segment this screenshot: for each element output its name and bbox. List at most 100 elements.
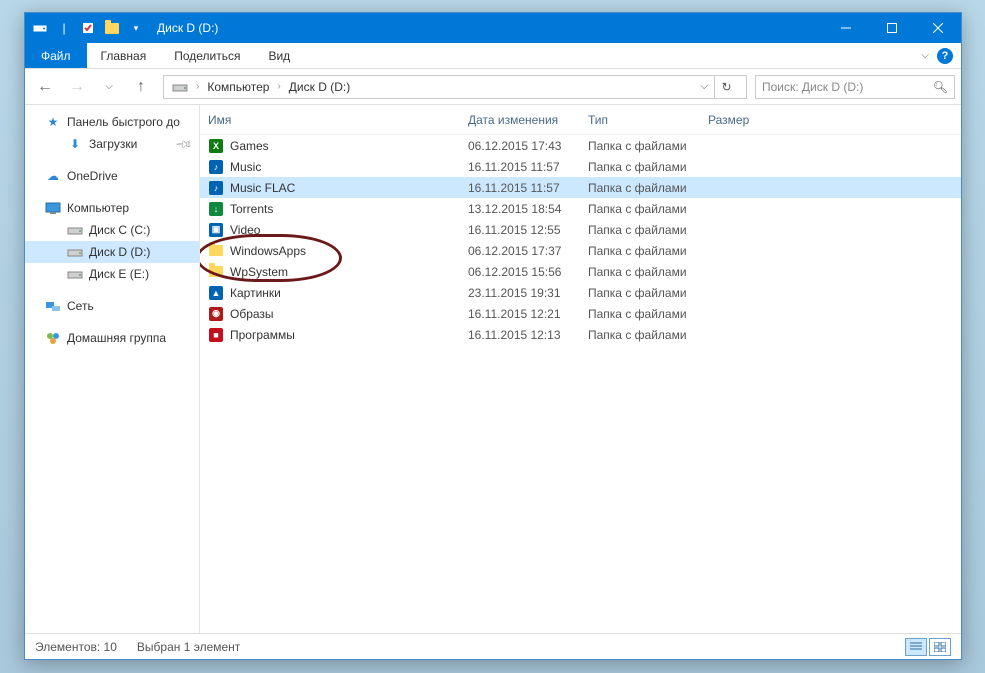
nav-back-button[interactable]: ←: [31, 73, 59, 101]
sidebar-item-label: Диск E (E:): [89, 267, 149, 281]
breadcrumb-computer[interactable]: Компьютер: [201, 80, 275, 94]
close-button[interactable]: [915, 13, 961, 43]
qat: | ▾: [25, 17, 151, 39]
view-switcher: [905, 638, 951, 656]
sidebar-network[interactable]: Сеть: [25, 295, 199, 317]
navigation-pane[interactable]: ★ Панель быстрого до ⬇ Загрузки 📌︎ ☁ One…: [25, 105, 200, 633]
ribbon-expand-icon[interactable]: ⌵: [921, 50, 929, 61]
file-row[interactable]: ▣Video16.11.2015 12:55Папка с файлами: [200, 219, 961, 240]
file-row[interactable]: WindowsApps 06.12.2015 17:37Папка с файла…: [200, 240, 961, 261]
file-type: Папка с файлами: [580, 265, 700, 279]
file-name: Картинки: [230, 286, 281, 300]
address-bar[interactable]: › Компьютер › Диск D (D:) ⌵ ↻: [163, 75, 747, 99]
nav-forward-button[interactable]: →: [63, 73, 91, 101]
sidebar-drive[interactable]: Диск C (C:): [25, 219, 199, 241]
column-type[interactable]: Тип: [580, 113, 700, 127]
file-type-icon: ↓: [208, 201, 224, 217]
nav-recent-dropdown[interactable]: ⌵: [95, 73, 123, 101]
sidebar-item-label: Панель быстрого до: [67, 115, 180, 129]
refresh-button[interactable]: ↻: [714, 76, 738, 98]
sidebar-homegroup[interactable]: Домашняя группа: [25, 327, 199, 349]
sidebar-quick-access[interactable]: ★ Панель быстрого до: [25, 111, 199, 133]
file-row[interactable]: ◉Образы16.11.2015 12:21Папка с файлами: [200, 303, 961, 324]
maximize-button[interactable]: [869, 13, 915, 43]
file-type: Папка с файлами: [580, 223, 700, 237]
drive-icon: [67, 266, 83, 282]
folder-icon[interactable]: [101, 17, 123, 39]
search-icon[interactable]: 🔍︎: [933, 80, 948, 94]
search-placeholder: Поиск: Диск D (D:): [762, 80, 863, 94]
status-item-count: Элементов: 10: [35, 640, 117, 654]
column-size[interactable]: Размер: [700, 113, 780, 127]
column-date[interactable]: Дата изменения: [460, 113, 580, 127]
ribbon-tab-view[interactable]: Вид: [254, 43, 304, 68]
ribbon-tab-share[interactable]: Поделиться: [160, 43, 254, 68]
file-name: Программы: [230, 328, 295, 342]
column-name[interactable]: Имя: [200, 113, 460, 127]
view-details-button[interactable]: [905, 638, 927, 656]
help-icon[interactable]: ?: [937, 48, 953, 64]
file-row[interactable]: ♪Music16.11.2015 11:57Папка с файлами: [200, 156, 961, 177]
sidebar-drive[interactable]: Диск D (D:): [25, 241, 199, 263]
address-dropdown-icon[interactable]: ⌵: [700, 81, 708, 92]
nav-up-button[interactable]: ↑: [127, 73, 155, 101]
download-icon: ⬇: [67, 136, 83, 152]
chevron-right-icon[interactable]: ›: [194, 81, 201, 92]
breadcrumb-root-icon[interactable]: [166, 81, 194, 93]
file-row[interactable]: WpSystem06.12.2015 15:56Папка с файлами: [200, 261, 961, 282]
file-date: 06.12.2015 17:37: [460, 244, 580, 258]
column-headers: Имя Дата изменения Тип Размер: [200, 105, 961, 135]
sidebar-drive[interactable]: Диск E (E:): [25, 263, 199, 285]
content-area: ★ Панель быстрого до ⬇ Загрузки 📌︎ ☁ One…: [25, 105, 961, 633]
file-name: Games: [230, 139, 269, 153]
file-row[interactable]: ▲Картинки23.11.2015 19:31Папка с файлами: [200, 282, 961, 303]
sidebar-onedrive[interactable]: ☁ OneDrive: [25, 165, 199, 187]
search-input[interactable]: Поиск: Диск D (D:) 🔍︎: [755, 75, 955, 99]
file-date: 06.12.2015 15:56: [460, 265, 580, 279]
file-type: Папка с файлами: [580, 286, 700, 300]
sidebar-item-label: Диск C (C:): [89, 223, 150, 237]
file-row[interactable]: ■Программы16.11.2015 12:13Папка с файлам…: [200, 324, 961, 345]
homegroup-icon: [45, 330, 61, 346]
file-type-icon: [208, 264, 224, 280]
minimize-button[interactable]: [823, 13, 869, 43]
file-date: 23.11.2015 19:31: [460, 286, 580, 300]
sidebar-item-label: Сеть: [67, 299, 94, 313]
file-type: Папка с файлами: [580, 202, 700, 216]
file-date: 13.12.2015 18:54: [460, 202, 580, 216]
file-row[interactable]: XGames06.12.2015 17:43Папка с файлами: [200, 135, 961, 156]
drive-icon: [29, 17, 51, 39]
file-list-pane: Имя Дата изменения Тип Размер XGames06.1…: [200, 105, 961, 633]
file-name: Music FLAC: [230, 181, 295, 195]
properties-icon[interactable]: [77, 17, 99, 39]
ribbon-tab-home[interactable]: Главная: [87, 43, 161, 68]
sidebar-item-label: Диск D (D:): [89, 245, 150, 259]
qat-dropdown-icon[interactable]: ▾: [125, 17, 147, 39]
file-date: 06.12.2015 17:43: [460, 139, 580, 153]
file-list[interactable]: XGames06.12.2015 17:43Папка с файлами♪Mu…: [200, 135, 961, 633]
file-row[interactable]: ↓ Torrents 13.12.2015 18:54Папка с файлами: [200, 198, 961, 219]
file-type: Папка с файлами: [580, 139, 700, 153]
file-type: Папка с файлами: [580, 328, 700, 342]
pin-icon: 📌︎: [174, 134, 193, 153]
file-type-icon: ♪: [208, 180, 224, 196]
file-name: WindowsApps: [230, 244, 306, 258]
window-title: Диск D (D:): [151, 21, 218, 35]
chevron-right-icon[interactable]: ›: [275, 81, 282, 92]
breadcrumb-drive-d[interactable]: Диск D (D:): [283, 80, 356, 94]
file-type-icon: ■: [208, 327, 224, 343]
network-icon: [45, 298, 61, 314]
sidebar-computer[interactable]: Компьютер: [25, 197, 199, 219]
file-type-icon: ♪: [208, 159, 224, 175]
file-row[interactable]: ♪Music FLAC16.11.2015 11:57Папка с файла…: [200, 177, 961, 198]
sidebar-item-label: Компьютер: [67, 201, 129, 215]
file-type: Папка с файлами: [580, 244, 700, 258]
file-type: Папка с файлами: [580, 160, 700, 174]
file-name: Torrents: [230, 202, 273, 216]
drive-icon: [67, 222, 83, 238]
view-icons-button[interactable]: [929, 638, 951, 656]
file-type: Папка с файлами: [580, 307, 700, 321]
ribbon-file-tab[interactable]: Файл: [25, 43, 87, 68]
sidebar-downloads[interactable]: ⬇ Загрузки 📌︎: [25, 133, 199, 155]
drive-icon: [67, 244, 83, 260]
